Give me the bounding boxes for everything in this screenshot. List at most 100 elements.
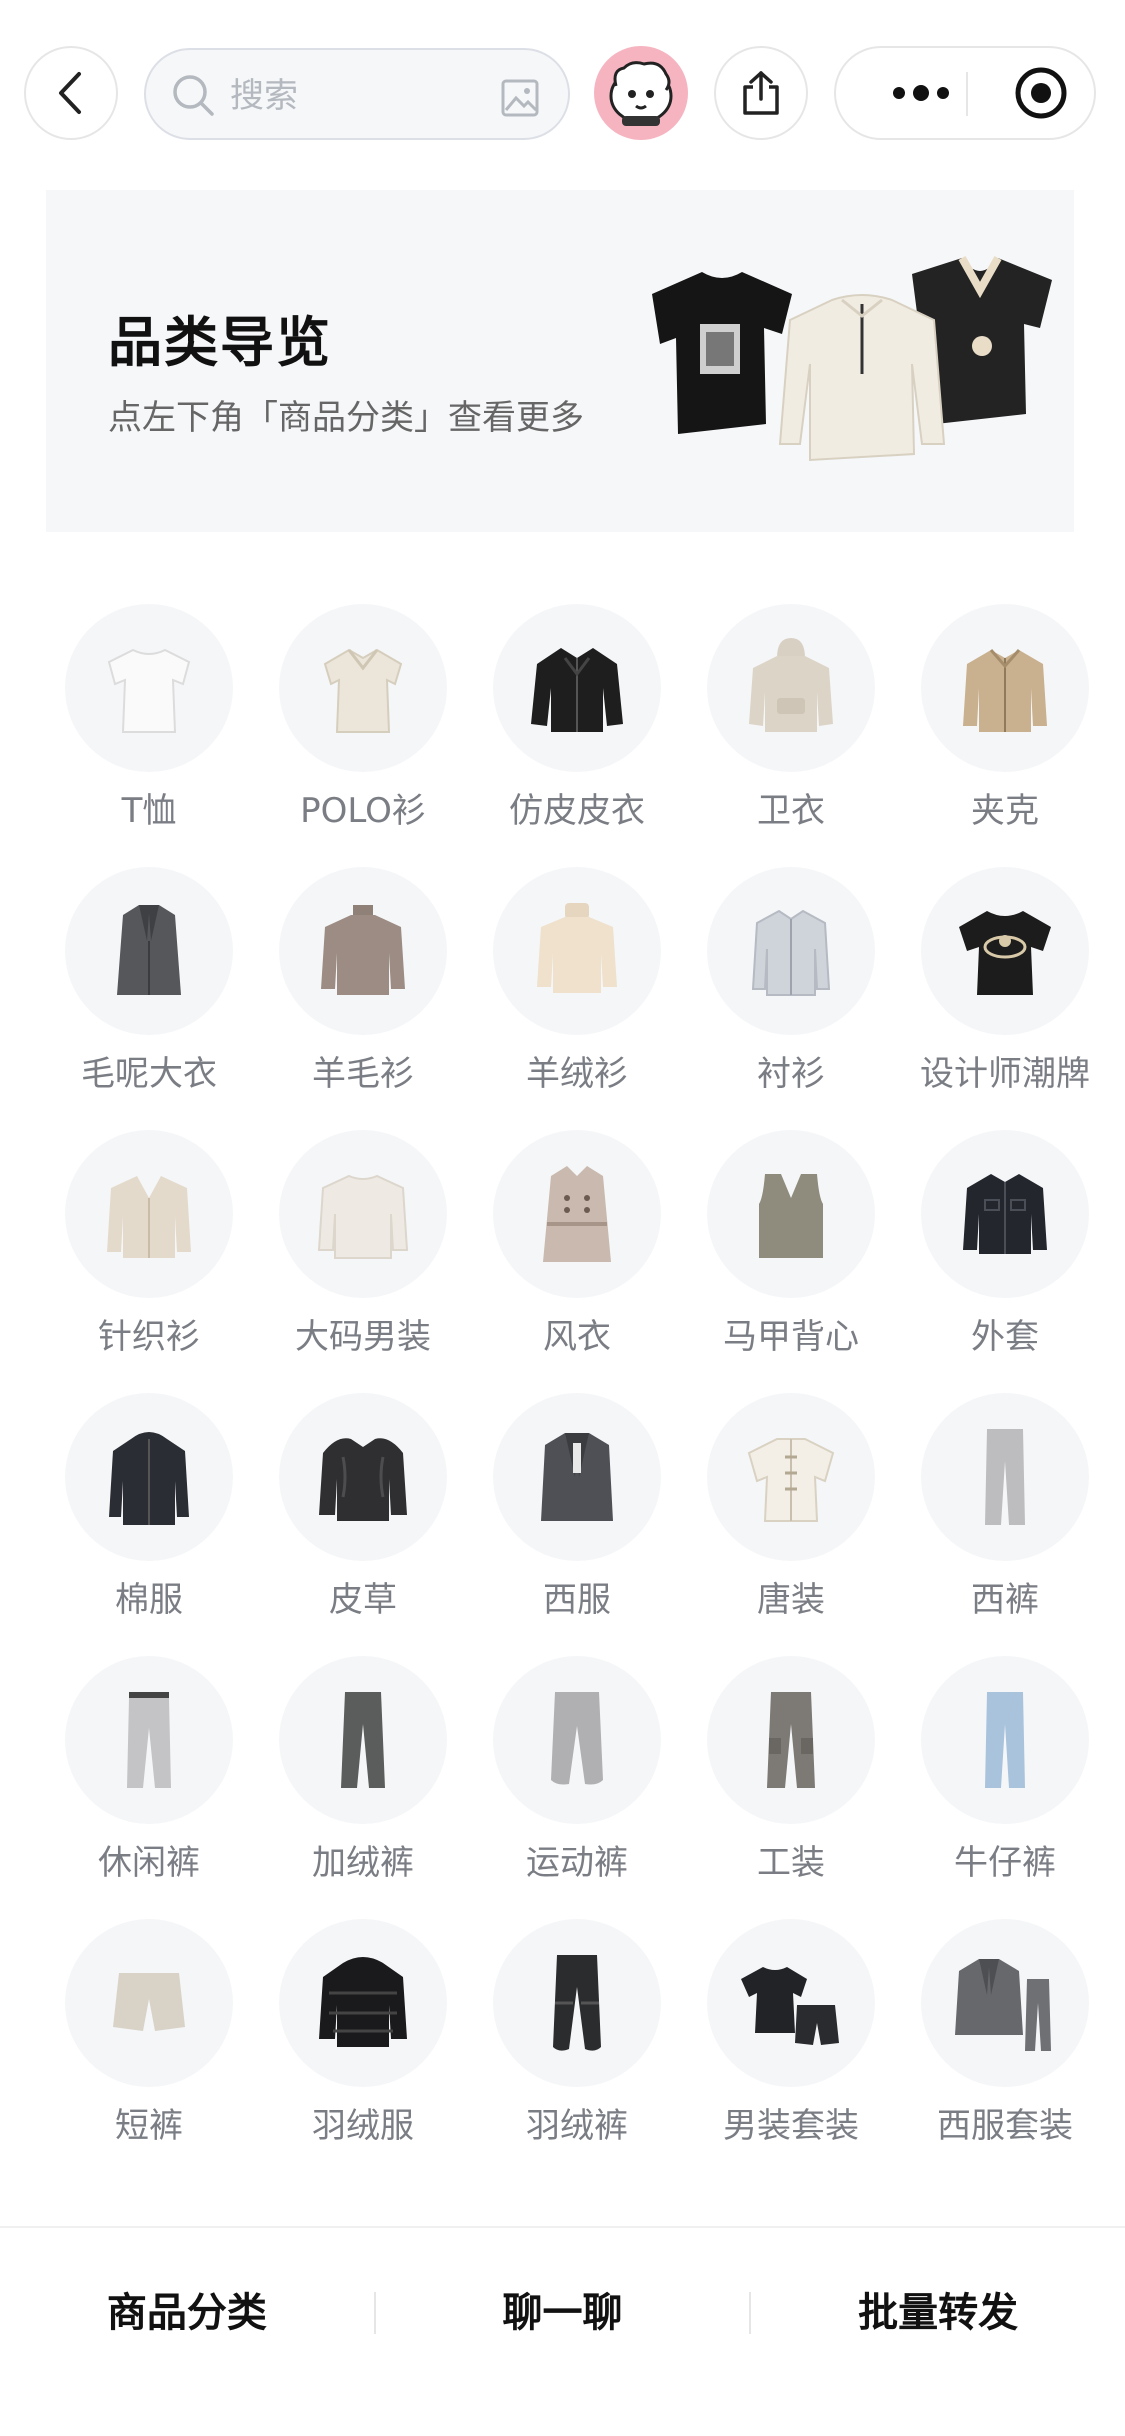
category-thumb	[707, 1393, 875, 1561]
category-item-cargo-pants[interactable]: 工装	[688, 1656, 894, 1919]
category-item-tang-suit[interactable]: 唐装	[688, 1393, 894, 1656]
category-item-trench-coat[interactable]: 风衣	[474, 1130, 680, 1393]
category-label: 羊绒衫	[526, 1054, 628, 1094]
close-mini-program-button[interactable]	[996, 48, 1086, 138]
target-icon	[1015, 67, 1067, 119]
category-label: 卫衣	[757, 791, 825, 831]
category-item-designer-tee[interactable]: 设计师潮牌	[902, 867, 1108, 1130]
category-label: 外套	[971, 1317, 1039, 1357]
category-label: 风衣	[543, 1317, 611, 1357]
category-thumb	[279, 1393, 447, 1561]
category-item-trousers[interactable]: 西裤	[902, 1393, 1108, 1656]
sweatpants-icon	[551, 1692, 603, 1785]
back-button[interactable]	[24, 46, 118, 140]
category-item-tshirt[interactable]: T恤	[46, 604, 252, 867]
category-thumb	[921, 867, 1089, 1035]
cargo-pants-icon	[767, 1692, 815, 1788]
capsule-divider	[966, 72, 968, 116]
search-input[interactable]: 搜索	[144, 48, 570, 140]
category-item-leather-jacket[interactable]: 仿皮皮衣	[474, 604, 680, 867]
category-label: 男装套装	[723, 2106, 859, 2146]
category-label: 针织衫	[98, 1317, 200, 1357]
category-item-shirt[interactable]: 衬衫	[688, 867, 894, 1130]
category-thumb	[707, 604, 875, 772]
polo-icon	[323, 648, 403, 733]
category-item-shorts[interactable]: 短裤	[46, 1919, 252, 2182]
category-item-fur[interactable]: 皮草	[260, 1393, 466, 1656]
bottom-action-bar: 商品分类 聊一聊 批量转发	[0, 2228, 1125, 2398]
wool-sweater-icon	[321, 905, 405, 995]
category-item-suit-set[interactable]: 西服套装	[902, 1919, 1108, 2182]
category-thumb	[65, 604, 233, 772]
batch-forward-button[interactable]: 批量转发	[751, 2283, 1125, 2343]
category-label: 休闲裤	[98, 1843, 200, 1883]
category-label: 工装	[757, 1843, 825, 1883]
category-item-jeans[interactable]: 牛仔裤	[902, 1656, 1108, 1919]
mascot-avatar[interactable]	[594, 46, 688, 140]
blazer-icon	[541, 1433, 613, 1521]
category-guide-banner: 品类导览 点左下角「商品分类」查看更多	[46, 190, 1074, 532]
trench-coat-icon	[543, 1166, 611, 1262]
category-label: 设计师潮牌	[920, 1054, 1090, 1094]
category-item-polo[interactable]: POLO衫	[260, 604, 466, 867]
category-label: 西服	[543, 1580, 611, 1620]
more-button[interactable]	[876, 48, 966, 138]
jacket-icon	[963, 649, 1047, 732]
chat-button[interactable]: 聊一聊	[376, 2283, 750, 2343]
more-icon	[893, 85, 949, 101]
share-button[interactable]	[714, 46, 808, 140]
category-item-fleece-pants[interactable]: 加绒裤	[260, 1656, 466, 1919]
category-item-wool-coat[interactable]: 毛呢大衣	[46, 867, 252, 1130]
product-category-button[interactable]: 商品分类	[0, 2283, 374, 2343]
category-label: 唐装	[757, 1580, 825, 1620]
search-icon	[173, 75, 214, 116]
fur-icon	[319, 1438, 407, 1521]
back-icon	[59, 72, 81, 114]
category-label: 西服套装	[937, 2106, 1073, 2146]
category-item-denim-jacket[interactable]: 外套	[902, 1130, 1108, 1393]
category-item-casual-pants[interactable]: 休闲裤	[46, 1656, 252, 1919]
category-item-padded-coat[interactable]: 棉服	[46, 1393, 252, 1656]
category-thumb	[279, 1130, 447, 1298]
set-icon	[741, 1967, 839, 2045]
category-label: 西裤	[971, 1580, 1039, 1620]
category-item-hoodie[interactable]: 卫衣	[688, 604, 894, 867]
category-label: POLO衫	[300, 791, 426, 831]
category-thumb	[65, 1393, 233, 1561]
category-thumb	[707, 867, 875, 1035]
category-thumb	[493, 1656, 661, 1824]
category-label: 羽绒服	[312, 2106, 414, 2146]
category-item-blazer[interactable]: 西服	[474, 1393, 680, 1656]
category-thumb	[65, 1130, 233, 1298]
category-thumb	[493, 867, 661, 1035]
category-label: 衬衫	[757, 1054, 825, 1094]
category-thumb	[707, 1919, 875, 2087]
category-item-wool-sweater[interactable]: 羊毛衫	[260, 867, 466, 1130]
category-item-down-jacket[interactable]: 羽绒服	[260, 1919, 466, 2182]
category-item-cardigan[interactable]: 针织衫	[46, 1130, 252, 1393]
category-thumb	[279, 604, 447, 772]
banner-shirts-image	[652, 256, 1052, 462]
category-item-jacket[interactable]: 夹克	[902, 604, 1108, 867]
image-search-icon[interactable]	[500, 78, 540, 118]
category-item-plus-size[interactable]: 大码男装	[260, 1130, 466, 1393]
category-thumb	[921, 1393, 1089, 1561]
mini-program-capsule	[834, 46, 1096, 140]
category-item-set[interactable]: 男装套装	[688, 1919, 894, 2182]
down-jacket-icon	[319, 1957, 407, 2047]
category-label: 牛仔裤	[954, 1843, 1056, 1883]
category-thumb	[493, 604, 661, 772]
category-item-cashmere-sweater[interactable]: 羊绒衫	[474, 867, 680, 1130]
category-item-sweatpants[interactable]: 运动裤	[474, 1656, 680, 1919]
wool-coat-icon	[117, 905, 181, 995]
cashmere-sweater-icon	[537, 903, 617, 993]
designer-tee-icon	[959, 911, 1051, 995]
category-thumb	[493, 1393, 661, 1561]
category-thumb	[921, 604, 1089, 772]
category-grid: T恤 POLO衫 仿皮皮衣 卫衣 夹克 毛呢大衣 羊毛衫 羊绒衫 衬衫 设计师潮…	[46, 604, 1090, 2182]
category-item-vest[interactable]: 马甲背心	[688, 1130, 894, 1393]
category-thumb	[279, 1919, 447, 2087]
category-item-down-pants[interactable]: 羽绒裤	[474, 1919, 680, 2182]
category-thumb	[493, 1919, 661, 2087]
category-thumb	[707, 1656, 875, 1824]
